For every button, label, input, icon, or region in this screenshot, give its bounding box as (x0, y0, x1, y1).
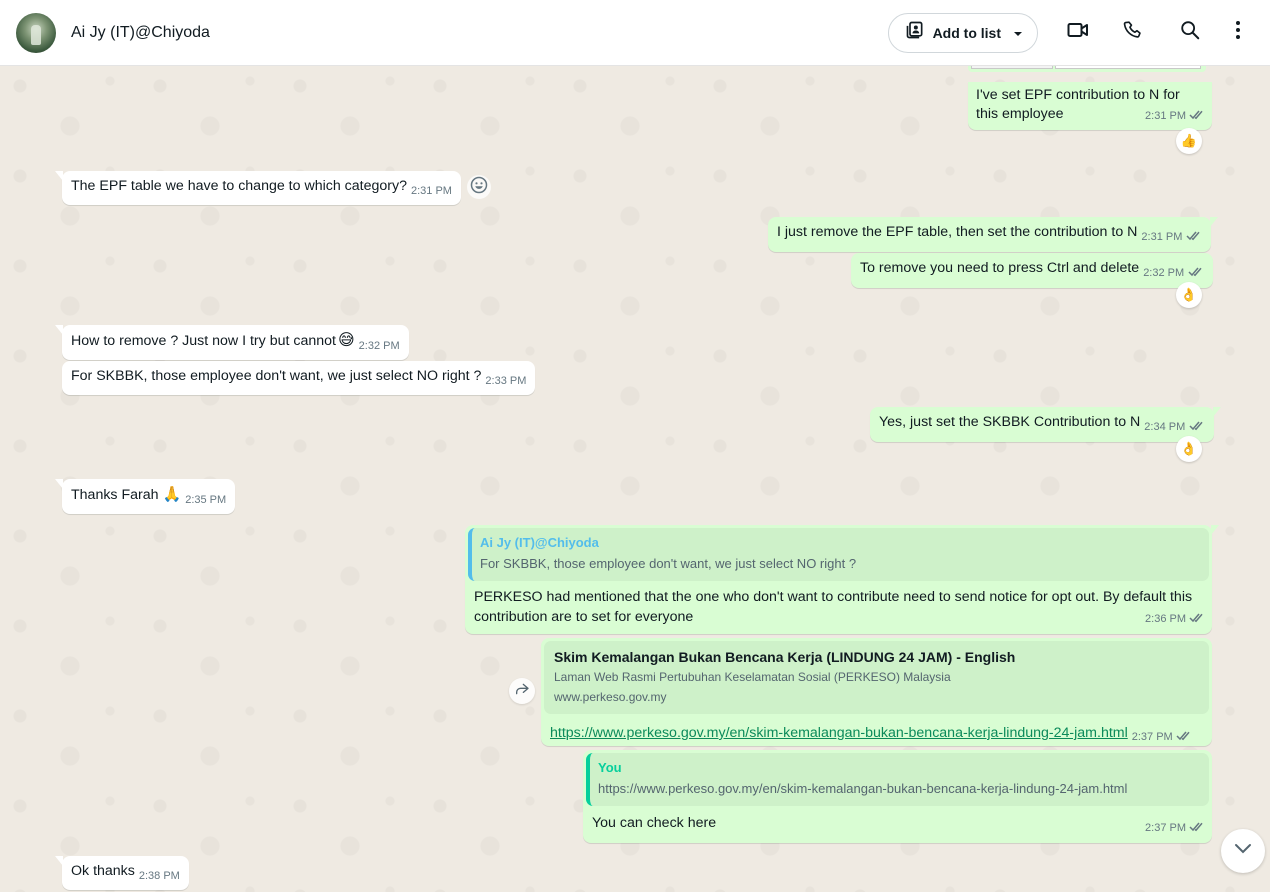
message-time: 2:36 PM (1145, 613, 1186, 625)
message-incoming[interactable]: Ok thanks 2:38 PM (55, 856, 189, 890)
video-camera-icon (1066, 18, 1090, 47)
forward-button[interactable] (509, 678, 535, 704)
message-outgoing-reply[interactable]: Ai Jy (IT)@Chiyoda For SKBBK, those empl… (465, 525, 1219, 634)
message-text: Yes, just set the SKBBK Contribution to … (879, 414, 1141, 430)
preview-site: www.perkeso.gov.my (554, 690, 667, 704)
message-outgoing[interactable]: To remove you need to press Ctrl and del… (851, 253, 1214, 288)
message-text: You can check here (592, 815, 717, 831)
message-reaction[interactable]: 👌 (1176, 282, 1202, 308)
double-check-icon (1189, 110, 1205, 123)
message-time: 2:31 PM (1141, 231, 1183, 243)
quoted-message[interactable]: You https://www.perkeso.gov.my/en/skim-k… (586, 753, 1209, 806)
double-check-icon (1188, 267, 1204, 280)
message-text: The EPF table we have to change to which… (71, 178, 407, 194)
double-check-icon (1176, 731, 1192, 744)
menu-button[interactable] (1222, 13, 1254, 53)
add-to-list-button[interactable]: Add to list (887, 12, 1038, 53)
message-text: How to remove ? Just now I try but canno… (71, 333, 336, 349)
message-outgoing[interactable]: Yes, just set the SKBBK Contribution to … (870, 407, 1222, 442)
scroll-to-bottom-button[interactable] (1221, 829, 1265, 873)
message-time: 2:32 PM (1143, 267, 1185, 279)
voice-call-button[interactable] (1106, 13, 1162, 53)
quoted-message[interactable]: Ai Jy (IT)@Chiyoda For SKBBK, those empl… (468, 528, 1209, 581)
header-actions: Add to list (887, 12, 1254, 53)
message-reaction[interactable]: 👌 (1176, 436, 1202, 462)
message-text: For SKBBK, those employee don't want, we… (71, 368, 482, 384)
emoji: 😅 (337, 332, 355, 349)
message-outgoing-reply[interactable]: You https://www.perkeso.gov.my/en/skim-k… (583, 750, 1212, 843)
double-check-icon (1189, 613, 1205, 626)
message-outgoing[interactable]: I just remove the EPF table, then set th… (768, 217, 1219, 252)
more-vertical-icon (1235, 20, 1241, 45)
message-outgoing[interactable]: I've set EPF contribution to N for this … (968, 82, 1212, 130)
message-text: PERKESO had mentioned that the one who d… (474, 589, 1193, 625)
react-button[interactable] (467, 175, 491, 199)
message-meta: 2:37 PM (1145, 819, 1205, 839)
message-time: 2:33 PM (485, 375, 527, 387)
link-preview[interactable]: Skim Kemalangan Bukan Bencana Kerja (LIN… (544, 641, 1209, 714)
chevron-down-icon (1234, 842, 1252, 860)
preview-description: Laman Web Rasmi Pertubuhan Keselamatan S… (554, 670, 951, 684)
quoted-text: For SKBBK, those employee don't want, we… (480, 556, 857, 571)
message-time: 2:37 PM (1131, 731, 1173, 743)
message-list[interactable]: I've set EPF contribution to N for this … (0, 66, 1270, 892)
message-outgoing-link[interactable]: Skim Kemalangan Bukan Bencana Kerja (LIN… (541, 638, 1212, 746)
message-text: Thanks Farah (71, 487, 159, 503)
message-meta: 2:36 PM (1145, 610, 1205, 630)
message-text: I just remove the EPF table, then set th… (777, 224, 1138, 240)
preview-title: Skim Kemalangan Bukan Bencana Kerja (LIN… (554, 649, 1016, 665)
video-call-button[interactable] (1050, 13, 1106, 53)
message-meta: 2:31 PM (1145, 107, 1205, 127)
emoji: 🙏 (162, 486, 182, 503)
message-time: 2:37 PM (1145, 822, 1186, 834)
message-time: 2:32 PM (358, 340, 400, 352)
message-time: 2:35 PM (185, 494, 227, 506)
message-time: 2:31 PM (1145, 110, 1186, 122)
double-check-icon (1186, 231, 1202, 244)
caret-down-icon (1013, 24, 1023, 42)
search-chat-button[interactable] (1162, 13, 1218, 53)
message-incoming[interactable]: How to remove ? Just now I try but canno… (55, 325, 409, 360)
quoted-sender: You (598, 760, 622, 775)
phone-icon (1123, 19, 1145, 46)
message-time: 2:38 PM (138, 870, 180, 882)
search-icon (1179, 19, 1201, 46)
forward-arrow-icon (514, 682, 530, 701)
double-check-icon (1189, 822, 1205, 835)
message-reaction[interactable]: 👍 (1176, 128, 1202, 154)
chat-header: Ai Jy (IT)@Chiyoda Add to list (0, 0, 1270, 66)
message-incoming[interactable]: For SKBBK, those employee don't want, we… (62, 361, 536, 395)
double-check-icon (1189, 421, 1205, 434)
message-text: Ok thanks (71, 863, 135, 879)
contact-name[interactable]: Ai Jy (IT)@Chiyoda (71, 24, 210, 42)
contact-avatar[interactable] (16, 12, 56, 53)
message-link[interactable]: https://www.perkeso.gov.my/en/skim-kemal… (550, 725, 1128, 741)
message-incoming[interactable]: The EPF table we have to change to which… (55, 171, 461, 205)
message-time: 2:34 PM (1144, 421, 1186, 433)
contact-card-icon (905, 20, 925, 45)
message-text: To remove you need to press Ctrl and del… (860, 260, 1140, 276)
emoji-smile-icon (469, 175, 489, 200)
quoted-text: https://www.perkeso.gov.my/en/skim-kemal… (598, 781, 1128, 796)
message-time: 2:31 PM (410, 185, 452, 197)
add-to-list-label: Add to list (932, 24, 1001, 41)
message-incoming[interactable]: Thanks Farah 🙏 2:35 PM (54, 479, 236, 514)
image-attachment[interactable] (968, 66, 1206, 72)
quoted-sender: Ai Jy (IT)@Chiyoda (480, 535, 599, 550)
